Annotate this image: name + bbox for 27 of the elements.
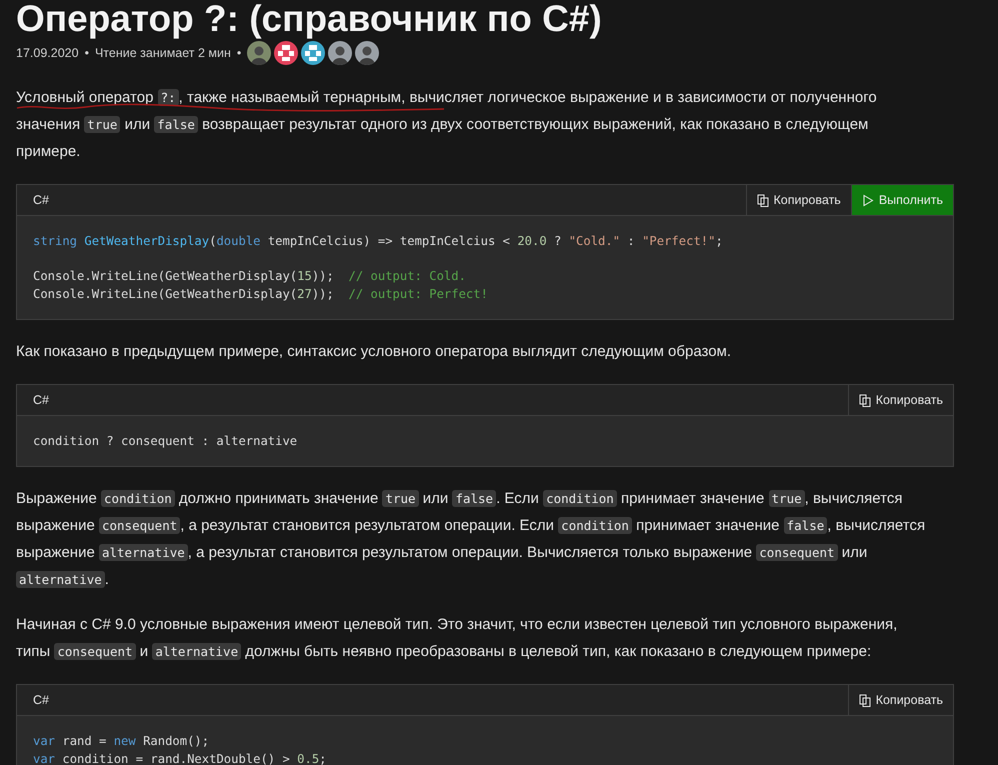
- avatar[interactable]: [274, 41, 298, 65]
- run-button[interactable]: Выполнить: [850, 185, 953, 215]
- avatar[interactable]: [328, 41, 352, 65]
- code-line: string GetWeatherDisplay(double tempInCelcius) => tempInCelcius < 20.0 ? "Cold." : "Perfect!";: [33, 233, 723, 250]
- copy-icon: [858, 694, 871, 706]
- avatar[interactable]: [355, 41, 380, 65]
- avatar[interactable]: [301, 41, 326, 65]
- copy-icon: [756, 194, 768, 206]
- play-icon: [862, 194, 874, 206]
- copy-icon: [858, 394, 871, 406]
- language-label: C#: [32, 392, 50, 409]
- language-label: C#: [32, 692, 50, 709]
- separator-dot: •: [236, 46, 242, 60]
- paragraph: Выражение condition должно принимать значение true или false . Если condition принимает значение true , вычисляется выражение consequent , а результат становится результатом операции. Если condition принимает значение false , вычисляется выражение alternative , а результат становится результатом операции. Вычисляется только выражение consequent или alternative .: [16, 489, 926, 590]
- separator-dot: •: [84, 46, 89, 60]
- publish-date: 17.09.2020: [16, 46, 79, 60]
- page-title: Оператор ?: (справочник по C#): [16, 0, 602, 41]
- code-line: Console.WriteLine(GetWeatherDisplay(27)); // output: Perfect!: [33, 286, 488, 303]
- paragraph: Условный оператор ?: , также называемый тернарным, вычисляет логическое выражение и в зависимости от полученного значения true или false возвращает результат одного из двух соответствующих выражений, как показано в следующем примере.: [16, 88, 878, 162]
- code-line: condition ? consequent : alternative: [33, 433, 298, 450]
- code-line: var condition = rand.NextDouble() > 0.5;: [33, 751, 327, 765]
- reading-time: Чтение занимает 2 мин: [94, 46, 231, 60]
- paragraph: Начиная с C# 9.0 условные выражения имеют целевой тип. Это значит, что если известен целевой тип условного выражения, типы consequent и alternative должны быть неявно преобразованы в целевой тип, как показано в следующем примере:: [16, 615, 898, 662]
- code-line: Console.WriteLine(GetWeatherDisplay(15)); // output: Cold.: [33, 268, 466, 285]
- code-line: var rand = new Random();: [33, 733, 210, 750]
- language-label: C#: [32, 192, 50, 209]
- paragraph: Как показано в предыдущем примере, синтаксис условного оператора выглядит следующим образом.: [16, 342, 732, 362]
